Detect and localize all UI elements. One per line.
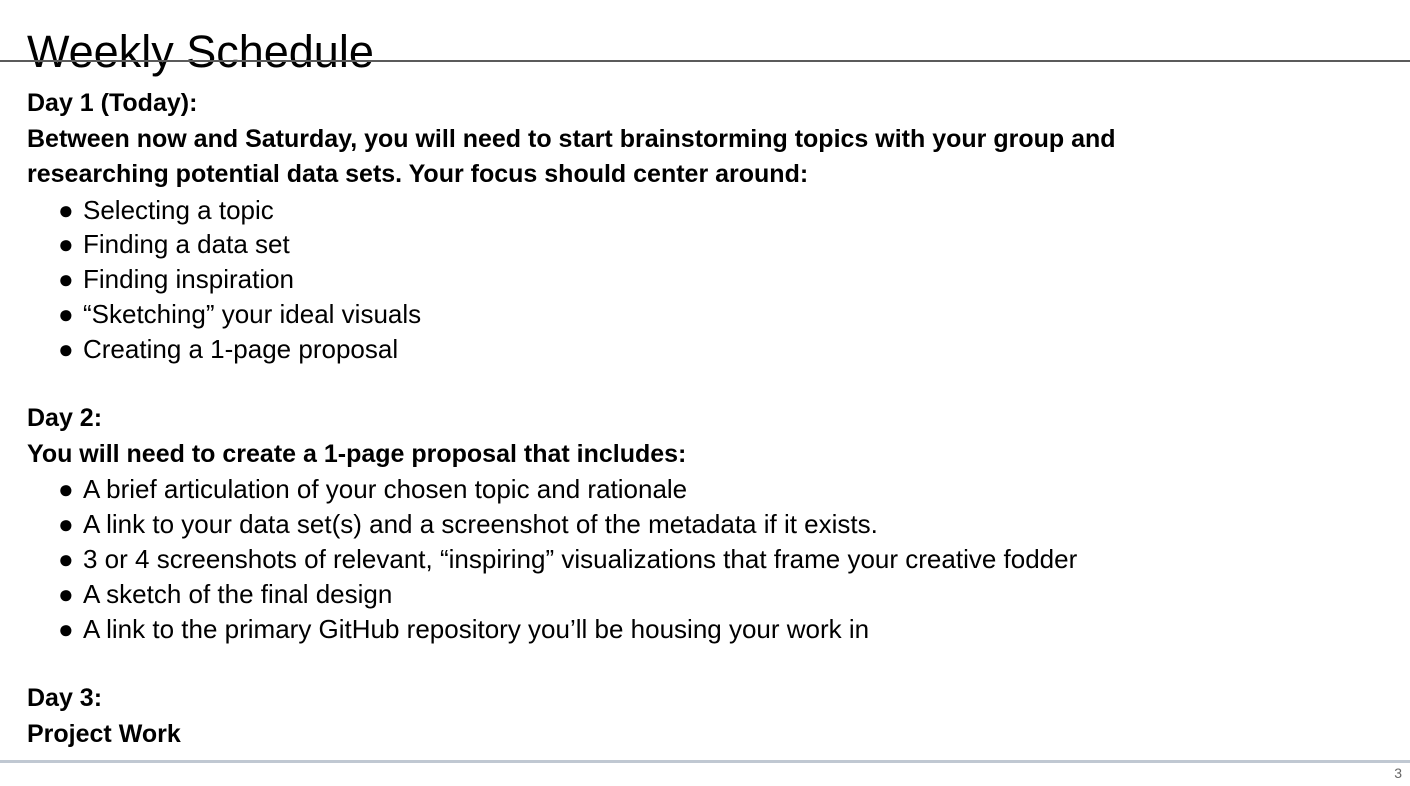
bullet-icon: ● — [58, 194, 74, 225]
slide-body: Day 1 (Today): Between now and Saturday,… — [27, 86, 1367, 752]
bullet-icon: ● — [58, 229, 74, 260]
list-item-label: Selecting a topic — [83, 194, 274, 225]
bullet-icon: ● — [58, 264, 74, 295]
bullet-list-day-2: ● A brief articulation of your chosen top… — [27, 472, 1367, 646]
section-heading: Day 3: — [27, 684, 103, 713]
slide: Weekly Schedule Day 1 (Today): Between n… — [0, 0, 1410, 786]
bullet-icon: ● — [58, 613, 74, 644]
section-day-1: Day 1 (Today): Between now and Saturday,… — [27, 86, 1367, 366]
section-lead-text: You will need to create a 1-page proposa… — [27, 439, 687, 468]
list-item: ● 3 or 4 screenshots of relevant, “inspir… — [27, 542, 1367, 577]
list-item: ● Finding a data set — [27, 227, 1367, 262]
bullet-icon: ● — [58, 474, 74, 505]
list-item-label: “Sketching” your ideal visuals — [83, 298, 422, 329]
list-item-label: A brief articulation of your chosen topi… — [83, 474, 688, 505]
section-lead-text: Project Work — [27, 719, 181, 748]
list-item-label: A sketch of the final design — [83, 578, 393, 609]
list-item: ● A link to the primary GitHub repository… — [27, 612, 1367, 647]
bullet-icon: ● — [58, 509, 74, 540]
section-heading: Day 1 (Today): — [27, 89, 198, 117]
bullet-icon: ● — [58, 544, 74, 575]
section-day-3: Day 3: Project Work — [27, 681, 1367, 752]
footer-divider — [0, 760, 1410, 763]
list-item-label: A link to the primary GitHub repository … — [83, 613, 870, 644]
list-item-label: A link to your data set(s) and a screens… — [83, 509, 878, 540]
section-day-2: Day 2: You will need to create a 1-page … — [27, 401, 1367, 646]
bullet-icon: ● — [58, 298, 74, 329]
list-item-label: Finding inspiration — [83, 264, 295, 295]
bullet-list-day-1: ● Selecting a topic ● Finding a data set ●… — [27, 193, 1367, 367]
list-item-label: Finding a data set — [83, 229, 290, 260]
list-item-label: 3 or 4 screenshots of relevant, “inspiri… — [83, 544, 1078, 575]
section-heading: Day 2: — [27, 404, 103, 433]
bullet-icon: ● — [58, 578, 74, 609]
list-item-label: Creating a 1-page proposal — [83, 333, 399, 364]
bullet-icon: ● — [58, 333, 74, 364]
list-item: ● “Sketching” your ideal visuals — [27, 297, 1367, 332]
list-item: ● A brief articulation of your chosen top… — [27, 472, 1367, 507]
page-number: 3 — [1394, 765, 1402, 781]
page-title: Weekly Schedule — [27, 26, 374, 78]
list-item: ● Creating a 1-page proposal — [27, 332, 1367, 367]
list-item: ● Selecting a topic — [27, 193, 1367, 228]
list-item: ● Finding inspiration — [27, 262, 1367, 297]
section-lead-text: Between now and Saturday, you will need … — [27, 124, 1116, 189]
list-item: ● A sketch of the final design — [27, 577, 1367, 612]
header-divider — [0, 60, 1410, 62]
list-item: ● A link to your data set(s) and a screen… — [27, 507, 1367, 542]
